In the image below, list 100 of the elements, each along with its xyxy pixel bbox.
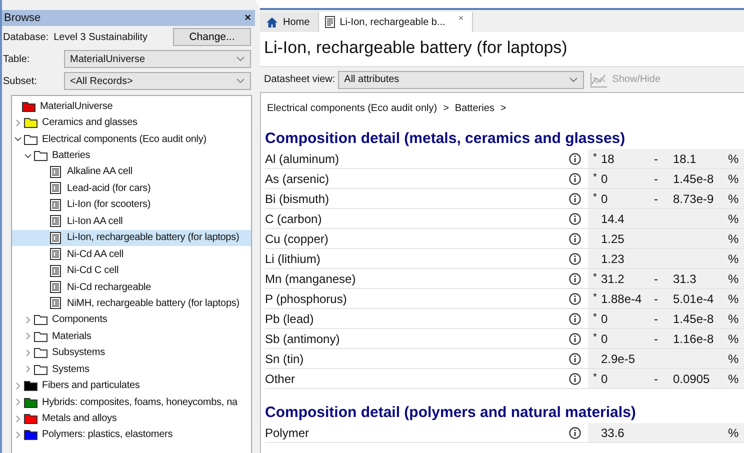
tree-item[interactable]: Components (12, 312, 251, 328)
document-icon (50, 248, 61, 260)
value-cell: 1.23 % (588, 249, 744, 268)
attribute-name: Sn (tin) (265, 352, 305, 366)
document-icon (50, 182, 61, 194)
folder-icon (34, 347, 48, 358)
tree-item[interactable]: Batteries (12, 147, 251, 164)
info-icon[interactable] (569, 426, 581, 438)
tree-item[interactable]: Subsystems (12, 344, 251, 361)
value-cell: * 31.2 - 31.3 % (588, 269, 744, 288)
info-icon[interactable] (569, 152, 581, 164)
folder-icon (34, 330, 48, 342)
folder-icon (24, 134, 38, 145)
tree-item[interactable]: Li-Ion (for scooters) (12, 196, 251, 214)
tab[interactable]: Li-Ion, rechargeable b... × (318, 12, 473, 32)
table-label: Table: (2, 54, 31, 64)
info-icon[interactable] (569, 372, 581, 384)
document-icon (50, 297, 61, 310)
section-heading: Composition detail (metals, ceramics and glasses) (265, 129, 626, 149)
caret-icon (236, 78, 245, 84)
info-icon[interactable] (569, 332, 581, 344)
tree-item[interactable]: Ni-Cd rechargeable (12, 278, 251, 296)
value-cell: * 0 - 8.73e-9 % (588, 189, 744, 208)
attribute-name: Cu (copper) (265, 232, 330, 246)
close-button[interactable]: × (244, 12, 251, 24)
subset-dropdown[interactable]: <All Records> (64, 72, 251, 90)
attribute-name: Other (265, 372, 296, 386)
info-icon[interactable] (569, 272, 581, 284)
tree-item[interactable]: Hybrids: composites, foams, honeycombs, na (12, 394, 251, 410)
info-icon[interactable] (569, 192, 581, 204)
value-cell: * 0 - 0.0905 % (588, 369, 744, 388)
tree-item[interactable]: Systems (12, 361, 251, 378)
close-button[interactable]: × (458, 13, 464, 23)
database-label: Database: (2, 32, 49, 42)
info-icon[interactable] (569, 212, 581, 224)
info-icon[interactable] (569, 252, 581, 264)
change-button[interactable]: Change... (173, 28, 251, 46)
info-icon[interactable] (569, 172, 581, 184)
attribute-name: Li (lithium) (265, 252, 322, 266)
breadcrumb-item: > (443, 103, 449, 116)
value-cell: 2.9e-5 % (588, 349, 744, 368)
document-icon (50, 166, 61, 178)
document-icon (50, 281, 61, 294)
tree-item[interactable]: Electrical components (Eco audit only) (12, 130, 251, 148)
view-label: Datasheet view: (264, 74, 336, 85)
info-icon[interactable] (569, 232, 581, 244)
tree-item[interactable]: Alkaline AA cell (12, 164, 251, 180)
value-cell: * 18 - 18.1 % (588, 149, 744, 168)
folder-icon (34, 150, 48, 162)
chart-icon (590, 72, 608, 88)
value-cell: * 0 - 1.45e-8 % (588, 309, 744, 328)
attribute-name: Polymer (265, 426, 310, 440)
attribute-name: C (carbon) (265, 212, 323, 226)
value-cell: 14.4 % (588, 209, 744, 228)
attribute-name: Bi (bismuth) (265, 192, 330, 206)
document-icon (50, 215, 61, 228)
tree-item[interactable]: Li-Ion, rechargeable battery (for laptops) (12, 230, 251, 246)
document-icon (50, 264, 61, 277)
table-dropdown[interactable]: MaterialUniverse (64, 50, 251, 68)
section-heading: Composition detail (polymers and natural materials) (265, 403, 637, 423)
breadcrumb-item[interactable]: Batteries (454, 103, 494, 129)
folder-icon (34, 314, 48, 326)
tree-item[interactable]: Metals and alloys (12, 410, 251, 427)
attribute-name: Mn (manganese) (265, 272, 357, 286)
tree-item[interactable]: Lead-acid (for cars) (12, 180, 251, 197)
document-icon (50, 232, 61, 244)
tree-item[interactable]: Ni-Cd AA cell (12, 246, 251, 262)
value-cell: 1.25 % (588, 229, 744, 248)
tree-item[interactable]: Polymers: plastics, elastomers (12, 426, 251, 444)
attribute-name: Sb (antimony) (265, 332, 341, 346)
value-cell: 33.6 % (588, 423, 744, 442)
breadcrumb-item: > (500, 103, 506, 116)
info-icon[interactable] (569, 352, 581, 364)
document-icon (50, 198, 61, 211)
value-cell: * 1.88e-4 - 5.01e-4 % (588, 289, 744, 308)
panel-title: Browse (4, 12, 41, 24)
subset-label: Subset: (2, 76, 38, 86)
chevron-icon[interactable] (24, 152, 32, 160)
home-icon (266, 16, 278, 28)
info-icon[interactable] (569, 312, 581, 324)
document-icon (324, 16, 335, 28)
attribute-name: Al (aluminum) (265, 152, 340, 166)
attribute-name: Pb (lead) (265, 312, 315, 326)
tree-item[interactable]: NiMH, rechargeable battery (for laptops) (12, 295, 251, 312)
tree-item[interactable]: Ceramics and glasses (12, 114, 251, 131)
folder-icon (34, 364, 48, 375)
tree-item[interactable]: Materials (12, 328, 251, 345)
info-icon[interactable] (569, 292, 581, 304)
tree-item[interactable]: Li-Ion AA cell (12, 213, 251, 230)
tree-item[interactable]: Fibers and particulates (12, 377, 251, 394)
attribute-name: P (phosphorus) (265, 292, 348, 306)
tree-item[interactable]: MaterialUniverse (12, 98, 251, 114)
database-name: Level 3 Sustainability (54, 32, 149, 42)
tab[interactable]: Home (260, 12, 319, 32)
attribute-name: As (arsenic) (265, 172, 330, 186)
tree-item[interactable]: Ni-Cd C cell (12, 262, 251, 279)
caret-icon (236, 56, 245, 62)
chevron-icon[interactable] (14, 135, 22, 144)
view-dropdown[interactable]: All attributes (338, 70, 584, 88)
breadcrumb-item[interactable]: Electrical components (Eco audit only) (267, 103, 438, 129)
